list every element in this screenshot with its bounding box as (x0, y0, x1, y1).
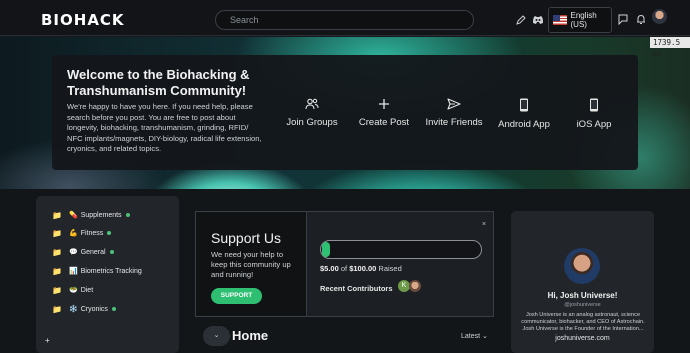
profile-handle[interactable]: @joshuniverse (511, 302, 654, 308)
top-header: BIOHACK English (US) (0, 0, 690, 36)
support-button[interactable]: SUPPORT (211, 288, 262, 304)
join-groups-label: Join Groups (286, 117, 338, 128)
raised-amount-text: $5.00 of $100.00 Raised (320, 264, 402, 273)
folder-icon: 📁 (52, 210, 62, 220)
site-logo[interactable]: BIOHACK (41, 11, 125, 29)
category-sidebar: 📁 💊 Supplements 📁 💪 Fitness 📁 💬 General … (36, 196, 179, 353)
sort-dropdown[interactable]: Latest ⌄ (461, 332, 488, 340)
join-groups-button[interactable]: Join Groups (272, 98, 352, 128)
muscle-icon: 💪 (68, 230, 78, 237)
profile-bio: Josh Universe is an analog astronaut, sc… (521, 312, 645, 333)
sidebar-item-label: Biometrics Tracking (80, 267, 142, 275)
us-flag-icon (553, 15, 567, 25)
create-post-label: Create Post (358, 117, 410, 128)
phone-icon (520, 98, 528, 112)
online-indicator (109, 250, 114, 254)
pill-icon: 💊 (68, 212, 78, 219)
speech-bubble-icon: 💬 (68, 249, 78, 256)
chart-icon: 📊 (68, 268, 78, 275)
sidebar-item-label: Supplements (80, 211, 122, 219)
send-icon (447, 98, 461, 110)
sidebar-item-diet[interactable]: 📁 🥗 Diet (52, 284, 93, 296)
profile-greeting: Hi, Josh Universe! (547, 291, 618, 300)
plus-icon (379, 99, 389, 109)
sidebar-item-label: General (80, 248, 106, 256)
pencil-icon[interactable] (516, 12, 528, 25)
snowflake-icon: ❄️ (68, 306, 78, 313)
ios-app-button[interactable]: iOS App (554, 98, 634, 130)
language-selector[interactable]: English (US) (548, 7, 612, 33)
donation-progress-bar (320, 240, 482, 259)
sidebar-item-label: Diet (80, 286, 94, 294)
online-indicator (125, 213, 130, 217)
home-collapse-toggle[interactable]: ⌄ (203, 326, 230, 346)
invite-friends-button[interactable]: Invite Friends (414, 98, 494, 128)
discord-icon[interactable] (532, 12, 544, 24)
sidebar-item-supplements[interactable]: 📁 💊 Supplements (52, 209, 130, 221)
close-icon[interactable]: × (482, 221, 486, 228)
sidebar-item-label: Cryonics (80, 305, 108, 313)
salad-icon: 🥗 (68, 287, 78, 294)
bell-icon[interactable] (636, 12, 648, 24)
folder-icon: 📁 (52, 247, 62, 257)
users-icon (305, 98, 319, 110)
android-app-button[interactable]: Android App (484, 98, 564, 130)
language-label: English (US) (570, 11, 597, 29)
user-avatar[interactable] (652, 9, 667, 24)
sidebar-item-general[interactable]: 📁 💬 General (52, 246, 114, 258)
profile-website-link[interactable]: joshuniverse.com (511, 335, 654, 342)
android-app-label: Android App (498, 119, 550, 130)
welcome-card: Welcome to the Biohacking & Transhumanis… (52, 55, 638, 170)
welcome-title: Welcome to the Biohacking & Transhumanis… (67, 67, 250, 98)
support-card: Support Us We need your help to keep thi… (195, 211, 494, 317)
sidebar-item-fitness[interactable]: 📁 💪 Fitness (52, 227, 112, 239)
sidebar-item-biometrics[interactable]: 📁 📊 Biometrics Tracking (52, 265, 142, 277)
home-title: Home (232, 328, 269, 343)
folder-icon: 📁 (52, 266, 62, 276)
ios-app-label: iOS App (576, 119, 612, 130)
contributor-avatar[interactable] (409, 280, 421, 292)
recent-contributors-label: Recent Contributors (320, 284, 393, 293)
folder-icon: 📁 (52, 304, 62, 314)
sidebar-item-cryonics[interactable]: 📁 ❄️ Cryonics (52, 303, 116, 315)
donation-progress-fill (322, 242, 330, 257)
sidebar-item-label: Fitness (80, 229, 104, 237)
profile-card: Hi, Josh Universe! @joshuniverse Josh Un… (511, 211, 654, 353)
support-info-panel: Support Us We need your help to keep thi… (196, 212, 307, 316)
welcome-text: We're happy to have you here. If you nee… (67, 102, 262, 153)
profile-avatar[interactable] (564, 248, 600, 284)
online-indicator (111, 307, 116, 311)
phone-icon (590, 98, 598, 112)
folder-icon: 📁 (52, 228, 62, 238)
chat-icon[interactable] (618, 12, 630, 26)
folder-icon: 📁 (52, 285, 62, 295)
support-text: We need your help to keep this community… (211, 250, 291, 279)
render-timing-badge: 1739.5 ms (650, 37, 690, 58)
support-title: Support Us (211, 230, 282, 246)
create-post-button[interactable]: Create Post (344, 98, 424, 128)
add-category-icon[interactable]: + (45, 336, 50, 345)
invite-friends-label: Invite Friends (425, 117, 483, 128)
online-indicator (107, 231, 112, 235)
search-input[interactable] (215, 10, 474, 30)
